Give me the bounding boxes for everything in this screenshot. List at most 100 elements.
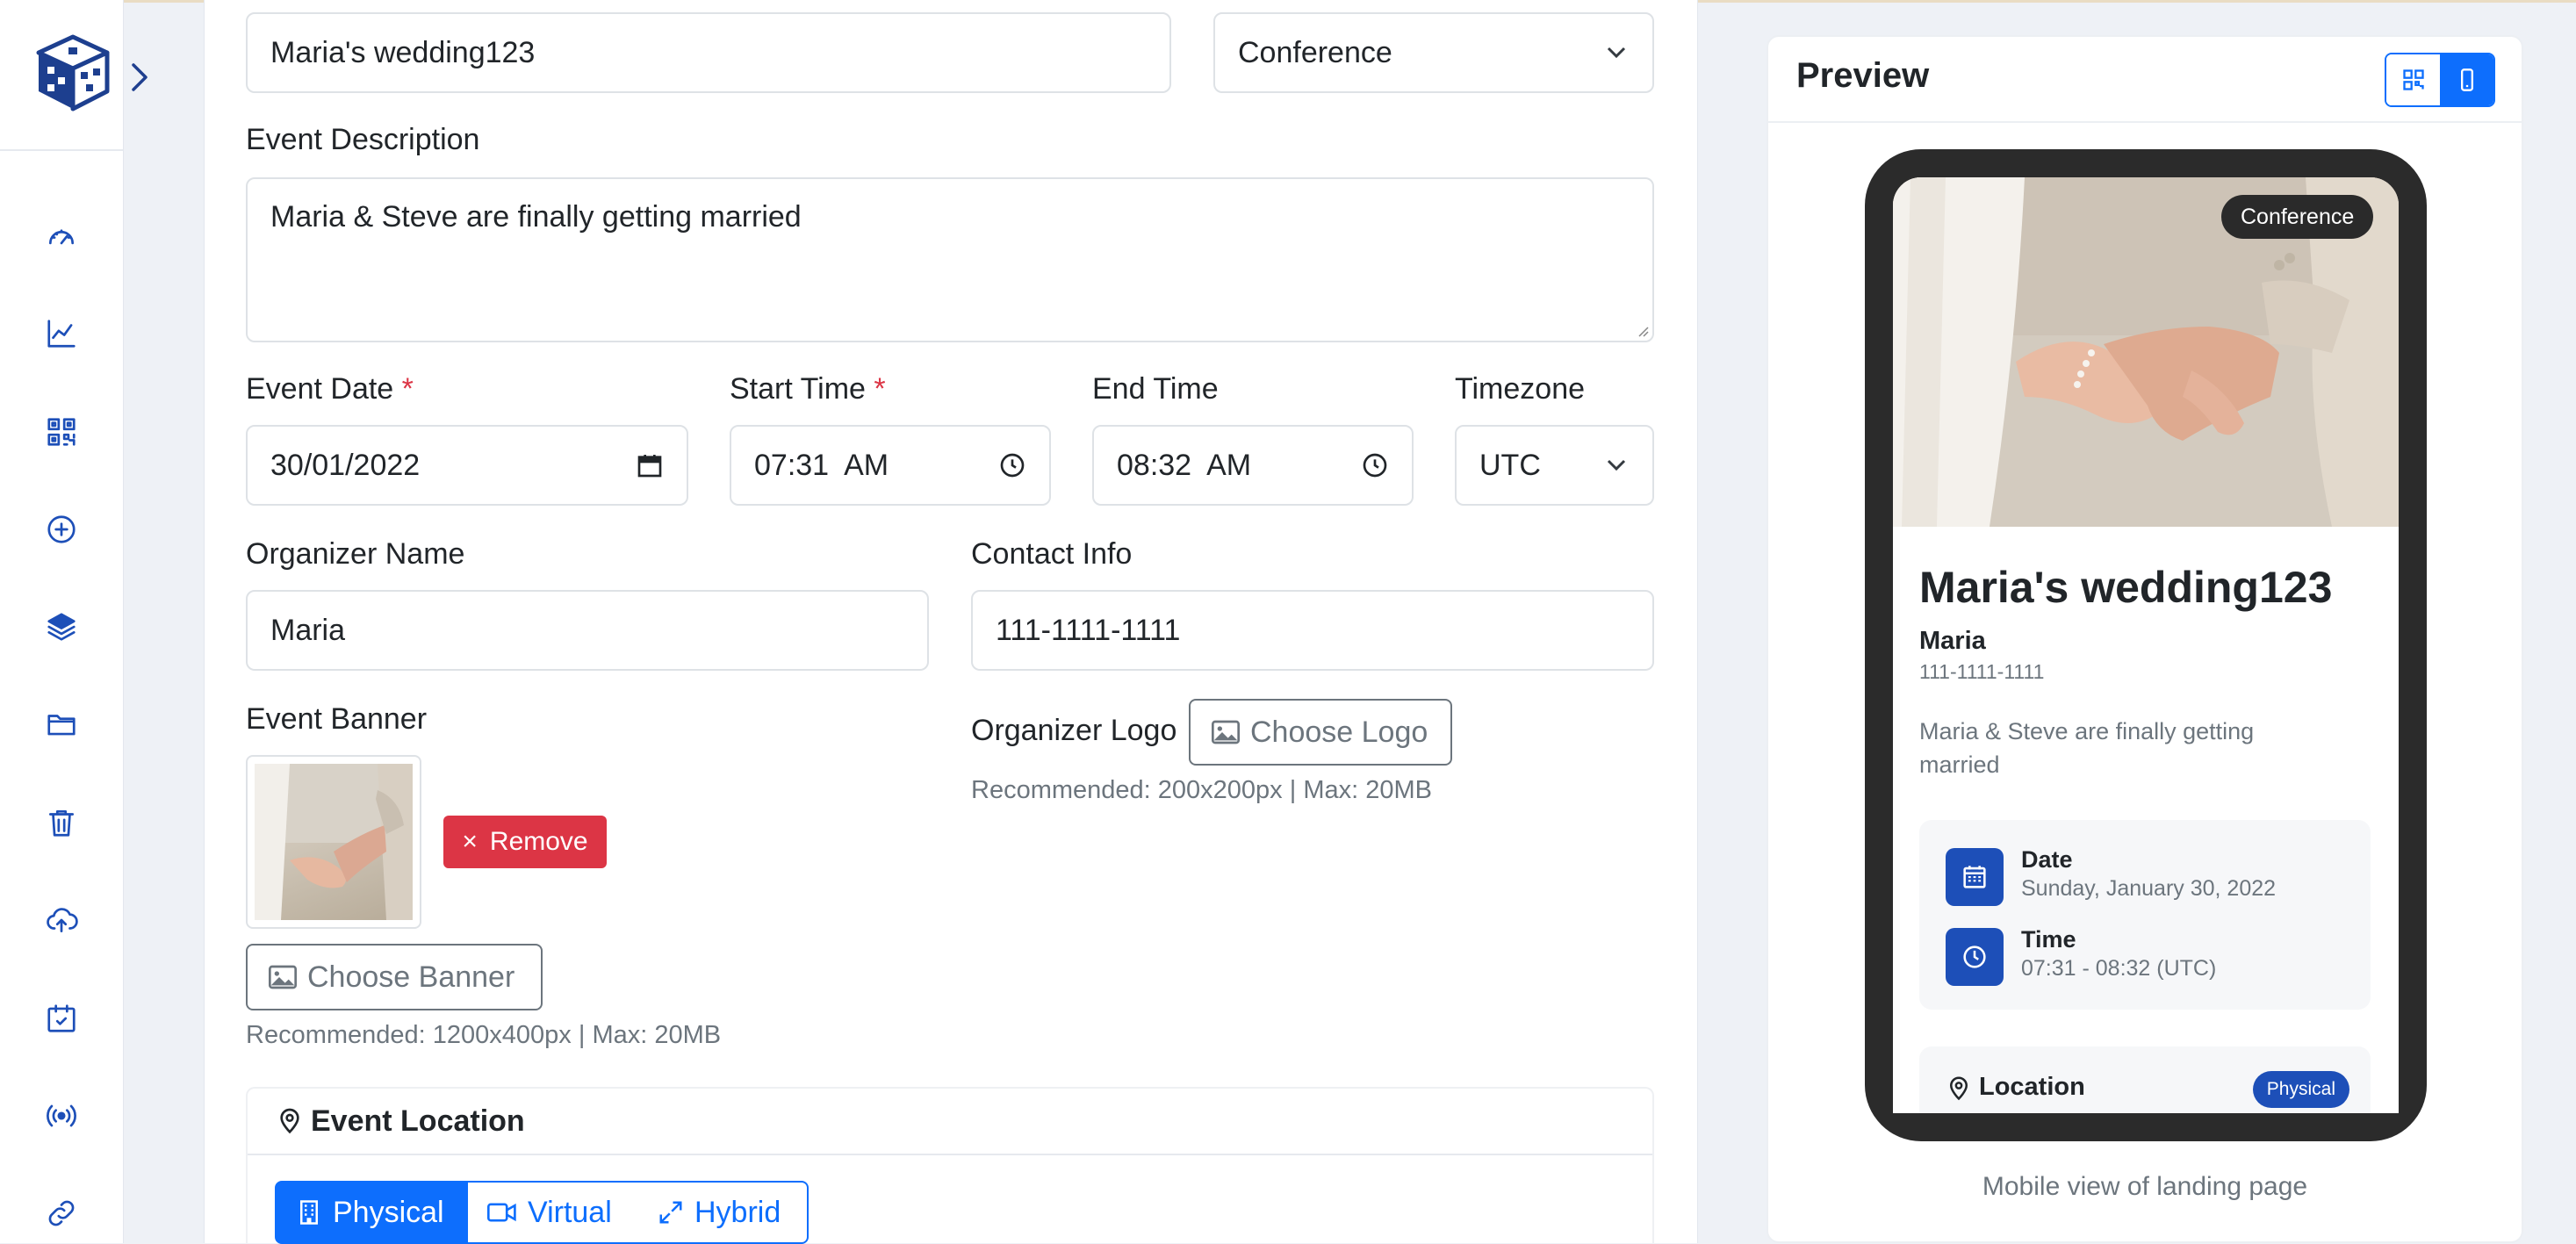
preview-title: Preview — [1796, 56, 1930, 95]
organizer-name-input[interactable]: Maria — [246, 590, 929, 671]
sidebar-item-broadcast[interactable] — [40, 1095, 83, 1137]
event-name-value: Maria's wedding123 — [270, 35, 536, 69]
preview-description: Maria & Steve are finally getting marrie… — [1919, 718, 2255, 778]
trash-icon — [48, 809, 75, 837]
banner-image — [255, 764, 413, 920]
event-banner-label: Event Banner — [246, 702, 428, 736]
banner-hint: Recommended: 1200x400px | Max: 20MB — [246, 1021, 722, 1049]
event-type-badge: Conference — [2221, 195, 2374, 239]
clock-icon[interactable] — [1361, 451, 1389, 479]
sidebar-item-trash[interactable] — [40, 802, 83, 844]
sidebar — [0, 0, 124, 1243]
preview-date-label: Date — [2021, 846, 2073, 873]
calendar-icon — [1946, 848, 2004, 906]
sidebar-item-links[interactable] — [40, 1192, 83, 1234]
choose-banner-label: Choose Banner — [307, 960, 515, 994]
timezone-label: Timezone — [1455, 372, 1586, 406]
preview-organizer: Maria — [1919, 627, 1986, 655]
end-time-label: End Time — [1092, 372, 1219, 406]
event-location-heading: Event Location — [311, 1104, 525, 1138]
organizer-name-label: Organizer Name — [246, 537, 465, 571]
preview-location-badge: Physical — [2252, 1071, 2349, 1108]
location-type-hybrid[interactable]: Hybrid — [638, 1181, 809, 1244]
contact-info-input[interactable]: 111-1111-1111 — [971, 590, 1654, 671]
contact-info-label: Contact Info — [971, 537, 1133, 571]
event-description-textarea[interactable]: Maria & Steve are finally getting marrie… — [246, 177, 1654, 342]
preview-location-label: Location — [1979, 1073, 2085, 1101]
image-icon — [1212, 720, 1240, 744]
map-pin-icon — [1949, 1076, 1968, 1101]
calendar-check-icon — [47, 1004, 76, 1032]
banner-thumbnail — [246, 755, 421, 929]
event-date-label: Event Date * — [246, 372, 414, 406]
cloud-upload-icon — [47, 908, 78, 933]
sidebar-item-analytics[interactable] — [40, 313, 83, 355]
image-icon — [269, 965, 297, 989]
event-name-input[interactable]: Maria's wedding123 — [246, 12, 1171, 93]
hero-banner-image: Conference — [1893, 177, 2399, 527]
required-mark: * — [401, 372, 414, 406]
expand-arrows-icon — [659, 1201, 682, 1224]
organizer-logo-label: Organizer Logo — [971, 714, 1177, 747]
phone-icon — [2460, 68, 2473, 91]
phone-screen: Conference Maria's wedding123 Maria 111-… — [1893, 177, 2399, 1113]
preview-time-label: Time — [2021, 926, 2076, 953]
line-chart-icon — [47, 320, 76, 348]
preview-header: Preview — [1768, 37, 2522, 123]
calendar-icon[interactable] — [636, 451, 664, 479]
sidebar-item-events[interactable] — [40, 997, 83, 1039]
choose-banner-button[interactable]: Choose Banner — [246, 944, 543, 1010]
mobile-view-button[interactable] — [2440, 54, 2493, 105]
sidebar-expand-button[interactable] — [126, 60, 153, 95]
organizer-name-value: Maria — [270, 613, 346, 647]
location-type-hybrid-label: Hybrid — [694, 1195, 781, 1229]
clock-icon[interactable] — [998, 451, 1026, 479]
sidebar-item-dashboard[interactable] — [40, 215, 83, 257]
event-date-input[interactable]: 30/01/2022 — [246, 425, 688, 506]
sidebar-item-upload[interactable] — [40, 899, 83, 941]
timezone-value: UTC — [1479, 448, 1541, 482]
start-time-label: Start Time * — [730, 372, 886, 406]
video-camera-icon — [487, 1203, 516, 1222]
event-type-value: Conference — [1238, 35, 1392, 69]
sidebar-item-layers[interactable] — [40, 606, 83, 648]
event-location-header: Event Location — [248, 1089, 1652, 1155]
event-type-select[interactable]: Conference — [1213, 12, 1654, 93]
preview-mode-toggle — [2385, 53, 2495, 107]
location-type-physical[interactable]: Physical — [275, 1181, 470, 1244]
end-time-value: 08:32 AM — [1117, 448, 1252, 482]
broadcast-icon — [47, 1104, 76, 1127]
sidebar-item-qr-codes[interactable] — [40, 411, 83, 453]
preview-time-value: 07:31 - 08:32 (UTC) — [2021, 956, 2217, 981]
preview-caption: Mobile view of landing page — [1982, 1172, 2308, 1201]
location-type-virtual[interactable]: Virtual — [468, 1181, 640, 1244]
sidebar-item-folders[interactable] — [40, 703, 83, 745]
preview-date-value: Sunday, January 30, 2022 — [2021, 876, 2277, 901]
start-time-value: 07:31 AM — [754, 448, 889, 482]
choose-logo-button[interactable]: Choose Logo — [1189, 699, 1452, 766]
app-logo[interactable] — [33, 33, 112, 112]
timezone-select[interactable]: UTC — [1455, 425, 1654, 506]
chevron-down-icon — [1607, 459, 1626, 471]
remove-banner-label: Remove — [489, 827, 588, 856]
preview-contact: 111-1111-1111 — [1919, 660, 2045, 683]
end-time-input[interactable]: 08:32 AM — [1092, 425, 1414, 506]
folder-icon — [47, 715, 76, 736]
logo-hint: Recommended: 200x200px | Max: 20MB — [971, 776, 1432, 804]
qr-view-button[interactable] — [2386, 54, 2440, 105]
close-icon: × — [462, 827, 478, 856]
link-icon — [48, 1200, 75, 1226]
sidebar-item-create[interactable] — [40, 508, 83, 550]
chevron-right-icon — [132, 63, 148, 91]
location-type-physical-label: Physical — [333, 1195, 444, 1229]
sidebar-divider — [0, 149, 123, 151]
preview-event-title: Maria's wedding123 — [1919, 563, 2333, 612]
required-mark: * — [874, 372, 886, 406]
speedometer-icon — [48, 229, 75, 245]
start-time-input[interactable]: 07:31 AM — [730, 425, 1051, 506]
layers-icon — [47, 613, 76, 641]
resize-handle-icon[interactable] — [1635, 323, 1649, 337]
event-date-value: 30/01/2022 — [270, 448, 421, 482]
remove-banner-button[interactable]: × Remove — [443, 816, 607, 868]
phone-mockup: Conference Maria's wedding123 Maria 111-… — [1865, 149, 2427, 1141]
